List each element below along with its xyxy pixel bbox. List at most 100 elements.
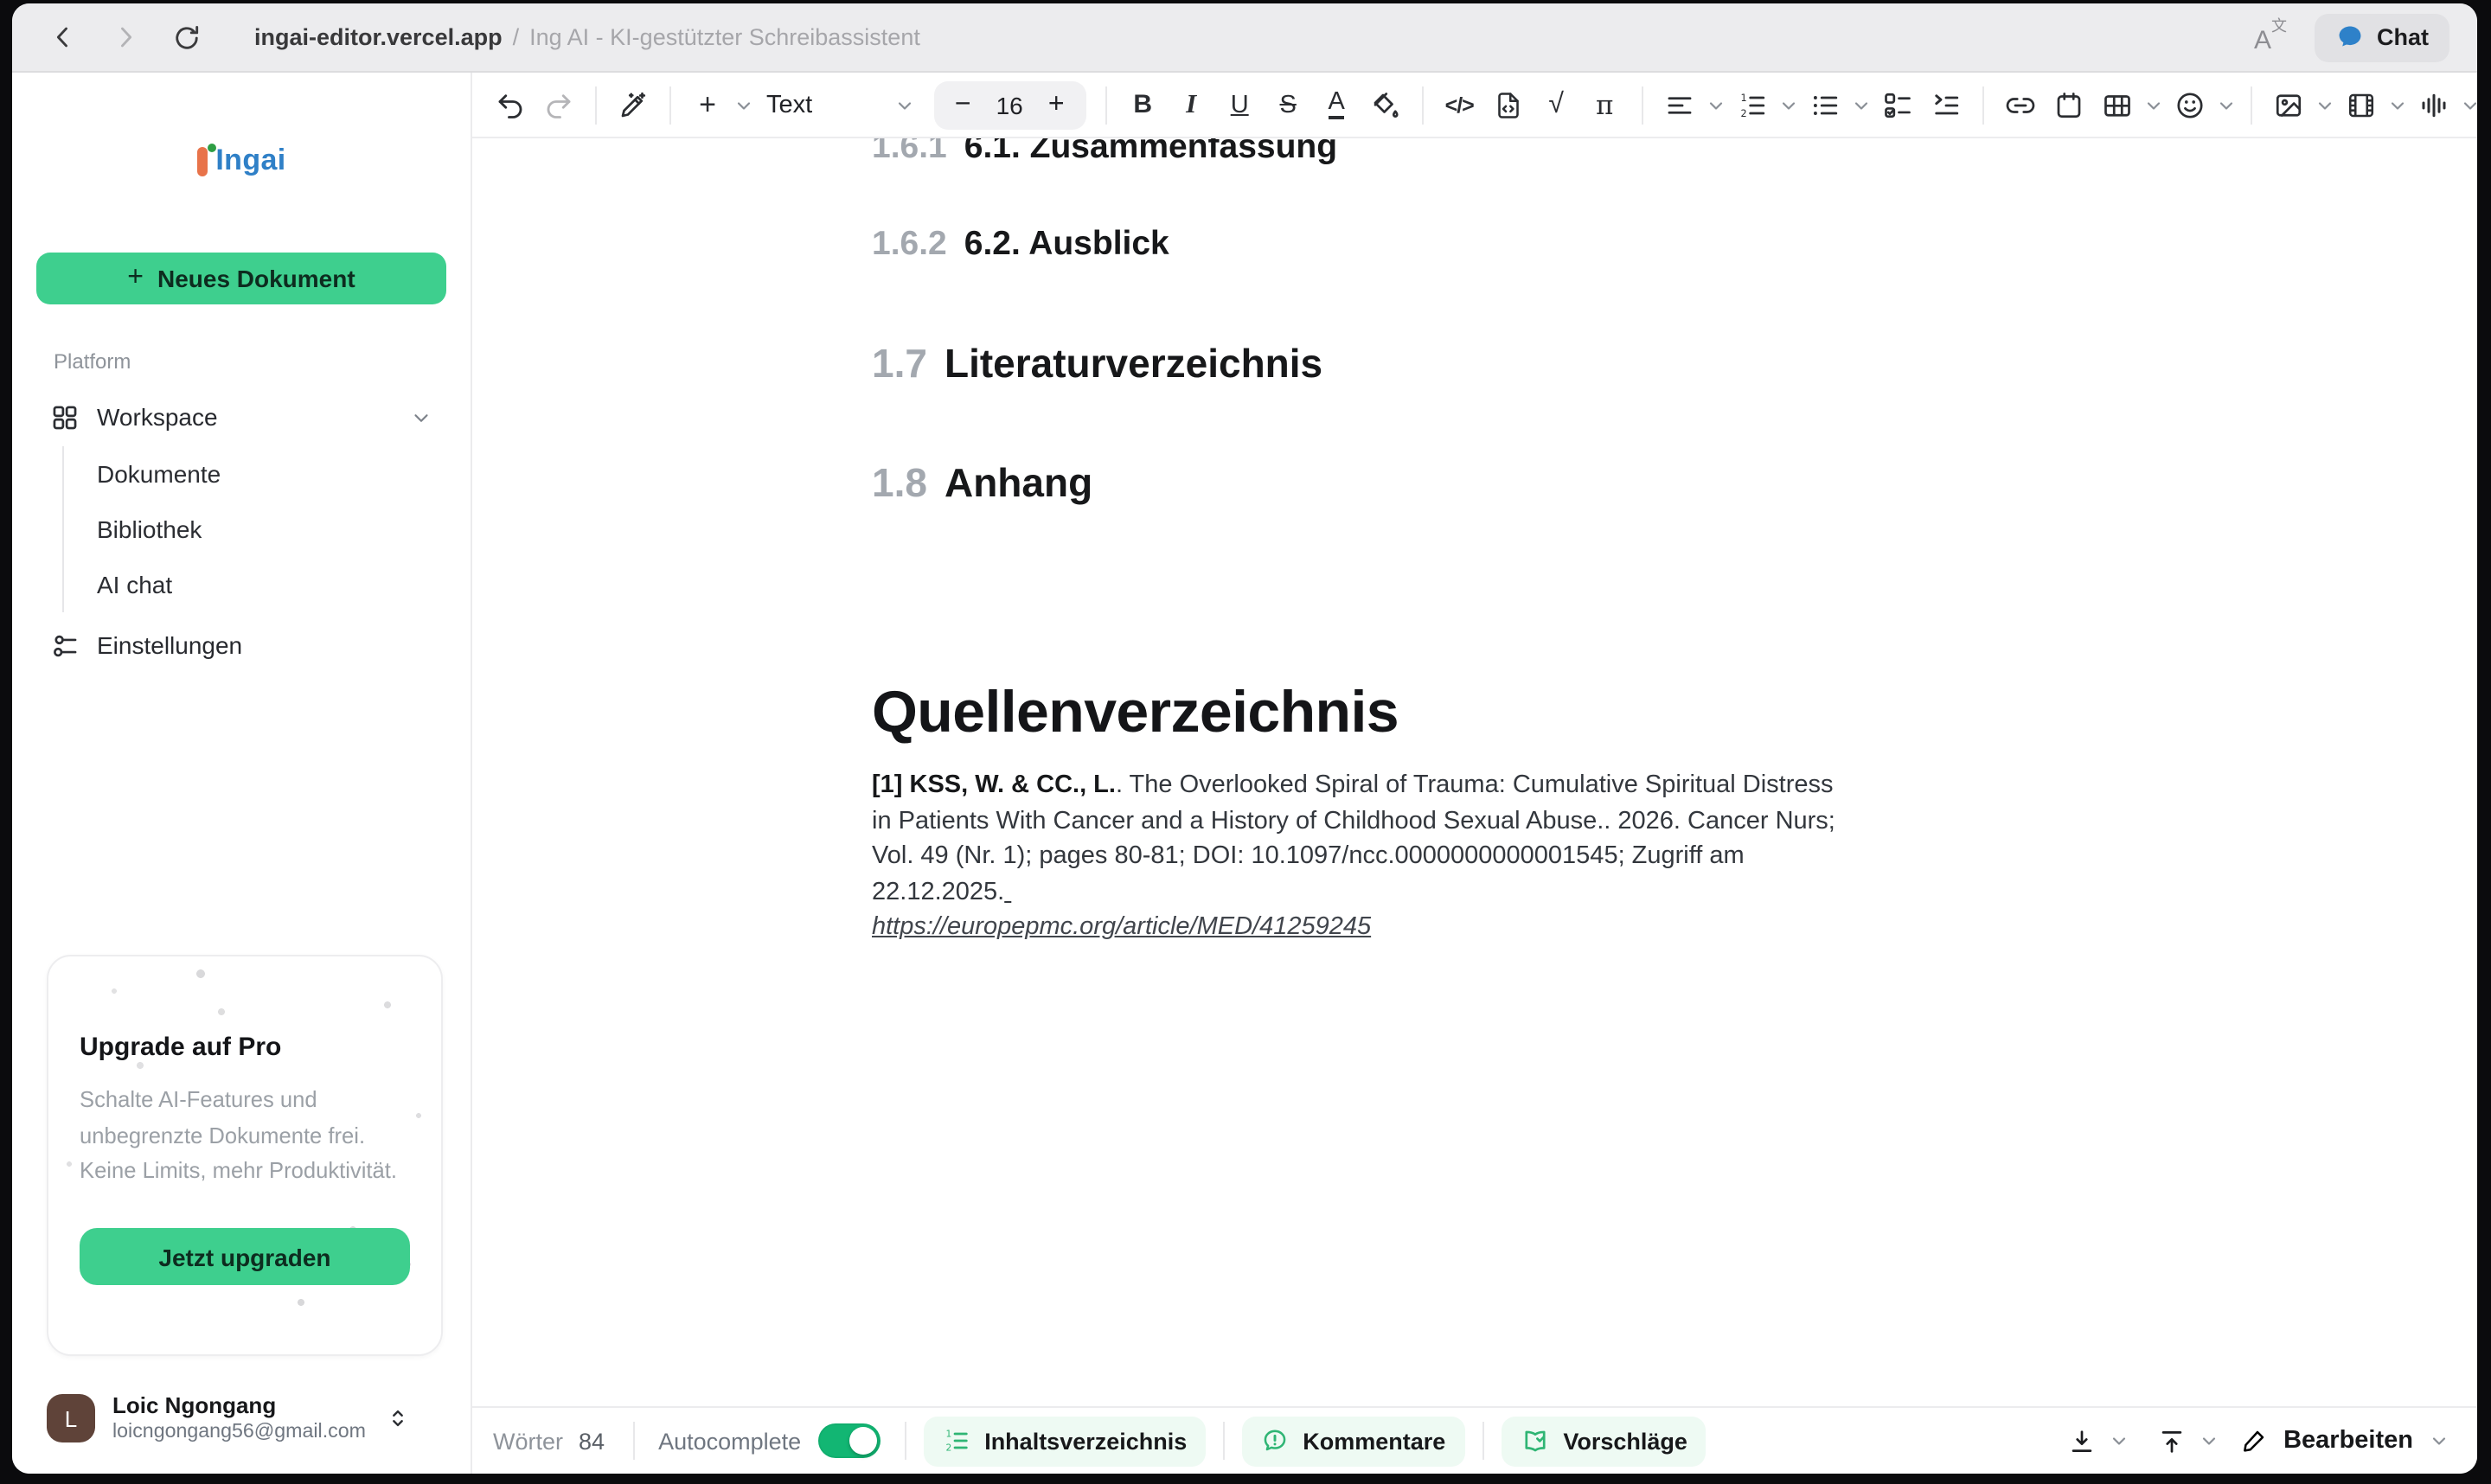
audio-chevron-icon[interactable]: [2459, 94, 2477, 115]
align-icon[interactable]: [1656, 82, 1701, 127]
image-chevron-icon[interactable]: [2314, 94, 2334, 115]
image-icon[interactable]: [2265, 82, 2310, 127]
redo-button[interactable]: [536, 82, 581, 127]
align-chevron-icon[interactable]: [1705, 94, 1726, 115]
chevrons-up-down-icon: [387, 1406, 411, 1430]
reload-icon[interactable]: [164, 15, 209, 60]
autocomplete-toggle[interactable]: [818, 1423, 880, 1458]
toc-button[interactable]: 12 Inhaltsverzeichnis: [924, 1416, 1206, 1466]
comments-button[interactable]: Kommentare: [1242, 1416, 1464, 1466]
browser-window: ingai-editor.vercel.app / Ing AI - KI-ge…: [12, 3, 2477, 1474]
doc-heading-zusammenfassung[interactable]: 1.6.1 6.1. Zusammenfassung: [872, 138, 1849, 170]
code-block-icon[interactable]: [1485, 82, 1530, 127]
table-icon[interactable]: [2094, 82, 2139, 127]
table-chevron-icon[interactable]: [2142, 94, 2163, 115]
comment-alert-icon: [1261, 1427, 1289, 1455]
edit-mode-label: Bearbeiten: [2283, 1427, 2413, 1455]
inline-code-button[interactable]: </>: [1437, 82, 1482, 127]
font-size-increase-button[interactable]: +: [1034, 82, 1079, 127]
document-canvas[interactable]: 1.6.1 6.1. Zusammenfassung 1.6.2 6.2. Au…: [472, 138, 2477, 1406]
block-type-select[interactable]: Text: [756, 82, 926, 127]
italic-button[interactable]: I: [1169, 82, 1213, 127]
book-check-icon: [1520, 1426, 1549, 1455]
pencil-icon: [2240, 1427, 2268, 1455]
browser-chrome: ingai-editor.vercel.app / Ing AI - KI-ge…: [12, 3, 2477, 73]
highlight-icon[interactable]: [1362, 82, 1407, 127]
address-bar[interactable]: ingai-editor.vercel.app / Ing AI - KI-ge…: [254, 24, 920, 50]
underline-button[interactable]: U: [1217, 82, 1262, 127]
suggestions-button[interactable]: Vorschläge: [1501, 1416, 1707, 1466]
date-icon[interactable]: [2046, 82, 2091, 127]
edit-mode-button[interactable]: Bearbeiten: [2240, 1427, 2449, 1455]
bullet-list-chevron-icon[interactable]: [1850, 94, 1871, 115]
forward-icon[interactable]: [102, 15, 147, 60]
new-document-label: Neues Dokument: [157, 265, 355, 292]
toggle-list-icon[interactable]: [1923, 82, 1968, 127]
heading-text: 6.1. Zusammenfassung: [964, 138, 1337, 170]
workspace-label: Workspace: [97, 403, 218, 431]
emoji-icon[interactable]: [2167, 82, 2212, 127]
new-document-button[interactable]: + Neues Dokument: [36, 253, 446, 304]
editor-area: + Text − 16 +: [472, 73, 2477, 1474]
doc-heading-anhang[interactable]: 1.8 Anhang: [872, 457, 1849, 510]
user-menu[interactable]: L Loic Ngongang loicngongang56@gmail.com: [33, 1384, 450, 1453]
doc-heading-ausblick[interactable]: 1.6.2 6.2. Ausblick: [872, 221, 1849, 266]
video-chevron-icon[interactable]: [2386, 94, 2407, 115]
svg-text:1: 1: [946, 1429, 952, 1440]
undo-button[interactable]: [488, 82, 533, 127]
bold-button[interactable]: B: [1120, 82, 1165, 127]
block-type-chevron-icon: [893, 94, 914, 115]
import-icon[interactable]: [2150, 1420, 2192, 1462]
sidebar-item-bibliothek[interactable]: Bibliothek: [64, 502, 450, 557]
link-icon[interactable]: [1997, 82, 2042, 127]
download-icon[interactable]: [2060, 1420, 2102, 1462]
text-color-button[interactable]: A: [1314, 82, 1359, 127]
editor-toolbar: + Text − 16 +: [472, 73, 2477, 138]
autocomplete-label: Autocomplete: [658, 1428, 801, 1454]
sidebar-item-dokumente[interactable]: Dokumente: [64, 446, 450, 502]
doc-heading-quellenverzeichnis[interactable]: Quellenverzeichnis: [872, 675, 1849, 751]
insert-chevron-icon[interactable]: [733, 94, 754, 115]
doc-heading-literaturverzeichnis[interactable]: 1.7 Literaturverzeichnis: [872, 337, 1849, 391]
font-size-decrease-button[interactable]: −: [940, 82, 985, 127]
emoji-chevron-icon[interactable]: [2215, 94, 2236, 115]
reference-link[interactable]: https://europepmc.org/article/MED/412592…: [872, 913, 1371, 941]
sidebar-item-workspace[interactable]: Workspace: [33, 391, 450, 443]
upgrade-button[interactable]: Jetzt upgraden: [80, 1228, 410, 1285]
ordered-list-chevron-icon[interactable]: [1777, 94, 1798, 115]
grid-icon: [50, 402, 80, 432]
math-button[interactable]: π: [1582, 82, 1627, 127]
task-list-icon[interactable]: [1874, 82, 1919, 127]
sidebar-item-einstellungen[interactable]: Einstellungen: [33, 619, 450, 671]
heading-number: 1.7: [872, 337, 927, 391]
audio-icon[interactable]: [2411, 82, 2456, 127]
font-size-value: 16: [985, 91, 1034, 118]
sidebar: Ingai + Neues Dokument Platform Workspac…: [12, 73, 472, 1474]
bullet-list-icon[interactable]: [1802, 82, 1847, 127]
video-icon[interactable]: [2338, 82, 2383, 127]
strikethrough-button[interactable]: S: [1265, 82, 1310, 127]
font-size-stepper: − 16 +: [933, 80, 1085, 129]
ai-wand-icon[interactable]: [611, 82, 656, 127]
chat-bubble-icon: [2335, 22, 2365, 52]
download-chevron-icon[interactable]: [2109, 1430, 2129, 1451]
back-icon[interactable]: [40, 15, 85, 60]
url-host: ingai-editor.vercel.app: [254, 24, 503, 50]
ordered-list-icon[interactable]: 12: [1729, 82, 1774, 127]
chevron-down-icon: [410, 406, 432, 428]
reference-entry[interactable]: [1] KSS, W. & CC., L.. The Overlooked Sp…: [872, 768, 1849, 945]
svg-text:1: 1: [1740, 92, 1746, 103]
toc-label: Inhaltsverzeichnis: [984, 1428, 1187, 1454]
status-bar: Wörter 84 Autocomplete 12: [472, 1406, 2477, 1474]
chat-label: Chat: [2377, 24, 2429, 50]
heading-number: 1.8: [872, 457, 927, 510]
sidebar-item-ai-chat[interactable]: AI chat: [64, 557, 450, 612]
translate-icon[interactable]: A文: [2254, 20, 2287, 54]
chat-button[interactable]: Chat: [2315, 13, 2449, 61]
sqrt-button[interactable]: √: [1534, 82, 1578, 127]
import-chevron-icon[interactable]: [2199, 1430, 2219, 1451]
insert-plus-button[interactable]: +: [685, 82, 730, 127]
heading-text: 6.2. Ausblick: [964, 221, 1169, 266]
ordered-list-icon: 12: [943, 1427, 970, 1455]
app-logo: Ingai: [12, 144, 471, 178]
